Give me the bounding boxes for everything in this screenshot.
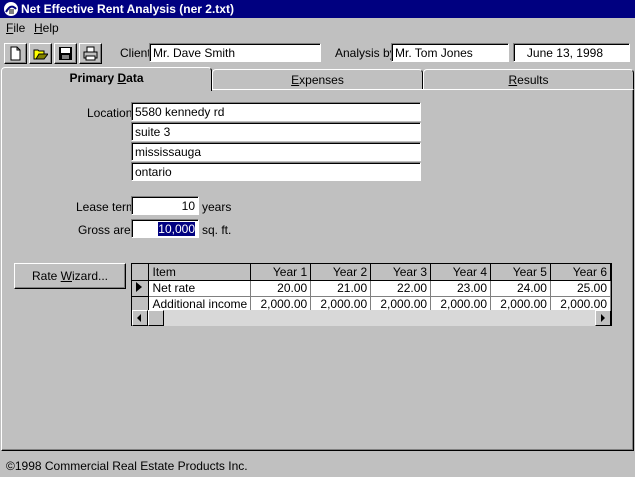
status-bar: ©1998 Commercial Real Estate Products In… bbox=[0, 453, 635, 477]
current-row-indicator bbox=[132, 280, 150, 297]
tab-expenses[interactable]: Expenses bbox=[212, 69, 423, 89]
app-icon bbox=[4, 2, 18, 16]
client-label: Client bbox=[120, 46, 151, 60]
grid-horizontal-scrollbar[interactable] bbox=[132, 310, 611, 326]
lease-term-unit: years bbox=[202, 200, 232, 214]
client-field[interactable]: Mr. Dave Smith bbox=[149, 43, 321, 62]
location-label: Location bbox=[87, 106, 133, 120]
open-button[interactable] bbox=[29, 43, 52, 64]
scroll-left-button[interactable] bbox=[132, 310, 148, 326]
gross-area-unit: sq. ft. bbox=[202, 223, 232, 237]
menu-bar: File Help bbox=[0, 19, 635, 37]
analysis-by-field[interactable]: Mr. Tom Jones bbox=[391, 43, 509, 62]
new-icon bbox=[10, 46, 21, 61]
tab-primary-data[interactable]: Primary Data bbox=[1, 67, 212, 91]
grid-header-year[interactable]: Year 5 bbox=[490, 264, 551, 281]
grid-header-year[interactable]: Year 2 bbox=[310, 264, 372, 281]
grid-cell[interactable]: 24.00 bbox=[490, 280, 551, 297]
copyright-text: ©1998 Commercial Real Estate Products In… bbox=[6, 459, 248, 473]
grid-cell-item[interactable]: Net rate bbox=[148, 280, 252, 297]
grid-corner bbox=[132, 264, 150, 281]
lease-term-field[interactable]: 10 bbox=[131, 196, 199, 215]
window-title: Net Effective Rent Analysis (ner 2.txt) bbox=[21, 2, 234, 16]
scroll-right-button[interactable] bbox=[595, 310, 611, 326]
location-line-4[interactable]: ontario bbox=[131, 162, 421, 181]
grid-header-row: Item Year 1 Year 2 Year 3 Year 4 Year 5 … bbox=[132, 264, 611, 281]
grid-header-year[interactable]: Year 3 bbox=[370, 264, 432, 281]
new-button[interactable] bbox=[4, 43, 27, 64]
arrow-left-icon bbox=[137, 314, 141, 322]
grid-cell[interactable]: 20.00 bbox=[250, 280, 312, 297]
print-icon bbox=[83, 46, 98, 61]
location-line-1[interactable]: 5580 kennedy rd bbox=[131, 102, 421, 121]
location-line-3[interactable]: mississauga bbox=[131, 142, 421, 161]
grid-cell[interactable]: 25.00 bbox=[550, 280, 611, 297]
table-row[interactable]: Net rate 20.00 21.00 22.00 23.00 24.00 2… bbox=[132, 280, 611, 297]
row-pointer-icon bbox=[136, 282, 142, 292]
date-field[interactable]: June 13, 1998 bbox=[513, 43, 630, 62]
save-icon bbox=[59, 47, 72, 60]
toolbar: Client Mr. Dave Smith Analysis by Mr. To… bbox=[0, 40, 635, 68]
analysis-by-label: Analysis by bbox=[335, 46, 396, 60]
grid-header-year[interactable]: Year 6 bbox=[550, 264, 611, 281]
lease-term-label: Lease term bbox=[76, 200, 137, 214]
grid-cell[interactable]: 22.00 bbox=[370, 280, 432, 297]
grid-cell[interactable]: 21.00 bbox=[310, 280, 372, 297]
save-button[interactable] bbox=[54, 43, 77, 64]
tab-results[interactable]: Results bbox=[423, 69, 634, 89]
menu-help[interactable]: Help bbox=[34, 21, 59, 35]
menu-file[interactable]: File bbox=[6, 21, 25, 35]
title-bar: Net Effective Rent Analysis (ner 2.txt) bbox=[0, 0, 635, 18]
gross-area-field[interactable]: 10,000 bbox=[131, 219, 199, 238]
open-icon bbox=[33, 49, 48, 60]
gross-area-label: Gross area bbox=[78, 223, 138, 237]
rate-wizard-button[interactable]: Rate Wizard... bbox=[14, 263, 126, 289]
grid-header-year[interactable]: Year 4 bbox=[430, 264, 492, 281]
scroll-thumb[interactable] bbox=[148, 310, 164, 326]
gross-area-value: 10,000 bbox=[158, 222, 195, 236]
arrow-right-icon bbox=[601, 314, 605, 322]
grid-header-item[interactable]: Item bbox=[148, 264, 252, 281]
grid-cell[interactable]: 23.00 bbox=[430, 280, 492, 297]
print-button[interactable] bbox=[79, 43, 102, 64]
location-line-2[interactable]: suite 3 bbox=[131, 122, 421, 141]
grid-header-year[interactable]: Year 1 bbox=[250, 264, 312, 281]
